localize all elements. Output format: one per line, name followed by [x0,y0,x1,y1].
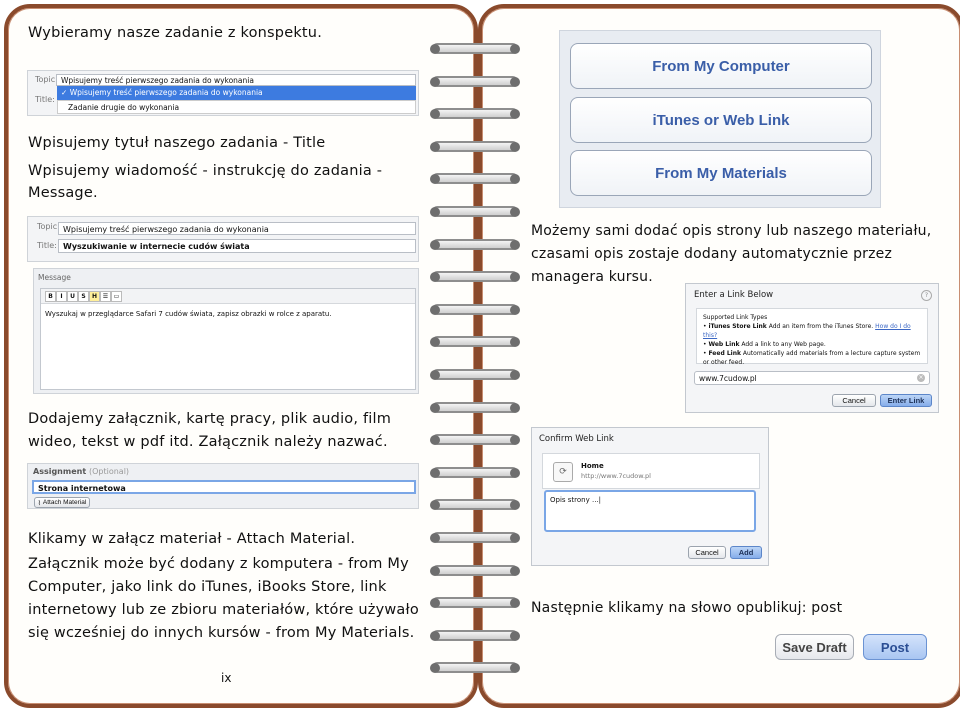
link-dialog-title: Enter a Link Below [694,290,774,300]
spiral-ring [430,564,520,579]
help-icon[interactable]: ? [921,290,932,301]
spiral-ring [430,43,520,57]
link-url: http://www.7cudow.pl [581,472,651,480]
attach-material-button[interactable]: ⌇ Attach Material [34,497,90,508]
spiral-ring [430,597,520,611]
message-editor-screenshot: Message B I U S H ☰ ▭ Wyszukaj w przeglądarce … [33,268,419,394]
cancel-confirm-button[interactable]: Cancel [688,546,726,559]
topic-dropdown-screenshot: Topic: Title: Wpisujemy treść pierwszego… [27,70,419,116]
enter-link-dialog: Enter a Link Below ? Supported Link Type… [685,283,939,413]
sources-line3: internetowy lub ze zbioru materiałów, kt… [28,602,419,618]
message-instruction-line1: Wpisujemy wiadomość - instrukcję do zada… [28,163,383,179]
assignment-screenshot: Assignment (Optional) Strona internetowa… [27,463,419,509]
from-my-computer-button[interactable]: From My Computer [570,43,872,89]
link-input[interactable]: www.7cudow.pl [694,371,930,385]
spiral-ring [430,140,520,155]
spiral-ring [430,75,520,90]
sources-line1: Załącznik może być dodany z komputera - … [28,556,409,572]
confirm-web-link-dialog: Confirm Web Link ⟳ Home http://www.7cudo… [531,427,769,566]
spiral-ring [430,499,520,513]
post-instruction: Następnie klikamy na słowo opublikuj: po… [531,600,843,616]
spiral-ring [430,369,520,383]
supported-types-heading: Supported Link Types [703,314,768,321]
spiral-ring [430,108,520,122]
itunes-web-link-button[interactable]: iTunes or Web Link [570,97,872,143]
assignment-optional: (Optional) [88,467,130,476]
dropdown-option-selected[interactable]: ✓ Wpisujemy treść pierwszego zadania do … [57,86,416,100]
link-preview-card: ⟳ Home http://www.7cudow.pl [542,453,760,489]
from-my-materials-button[interactable]: From My Materials [570,150,872,196]
supported-types-box: Supported Link Types • iTunes Store Link… [696,308,928,366]
toolbar-button[interactable]: B [45,291,56,302]
paperclip-icon: ⌇ [37,499,41,507]
toolbar-button[interactable]: ☰ [100,291,111,302]
link-title: Home [581,462,604,470]
save-draft-button[interactable]: Save Draft [775,634,854,660]
spiral-ring [430,434,520,448]
attachment-instruction-line2: wideo, tekst w pdf itd. Załącznik należy… [28,434,388,450]
spiral-ring [430,336,520,350]
topic-select-2[interactable]: Wpisujemy treść pierwszego zadania do wy… [58,222,416,235]
web-link-icon: ⟳ [553,462,573,482]
spiral-ring [430,662,520,676]
type-itunes: • iTunes Store Link Add an item from the… [703,323,911,339]
spiral-ring [430,238,520,253]
description-text-line3: managera kursu. [531,269,653,285]
toolbar-button[interactable]: H [89,291,100,302]
topic-label: Topic: [35,75,58,84]
type-web: • Web Link Add a link to any Web page. [703,341,826,348]
assignment-input[interactable]: Strona internetowa [32,480,416,494]
description-text-line2: czasami opis zostaje dodany automatyczni… [531,246,893,262]
message-text: Wyszukaj w przeglądarce Safari 7 cudów ś… [45,310,332,318]
spiral-ring [430,466,520,481]
toolbar-button[interactable]: S [78,291,89,302]
post-button[interactable]: Post [863,634,927,660]
attach-click-instruction: Klikamy w załącz materiał - Attach Mater… [28,531,356,547]
toolbar-button[interactable]: I [56,291,67,302]
confirm-dialog-title: Confirm Web Link [539,434,614,444]
toolbar-button[interactable]: ▭ [111,291,122,302]
sources-line2: Computer, jako link do iTunes, iBooks St… [28,579,387,595]
check-icon: ✓ [61,88,68,97]
topic-label-2: Topic: [37,222,60,231]
spiral-ring [430,303,520,318]
message-instruction-line2: Message. [28,185,98,201]
title-input[interactable]: Wyszukiwanie w internecie cudów świata [58,239,416,253]
dropdown-option-2[interactable]: Zadanie drugie do wykonania [57,100,416,114]
clear-icon[interactable]: × [917,374,925,382]
intro-text: Wybieramy nasze zadanie z konspektu. [28,25,323,41]
add-link-button[interactable]: Add [730,546,762,559]
spiral-ring [430,271,520,285]
topic-select[interactable]: Wpisujemy treść pierwszego zadania do wy… [56,74,416,86]
spiral-ring [430,173,520,187]
type-feed: • Feed Link Automatically add materials … [703,350,921,366]
spiral-ring [430,532,520,546]
enter-link-button[interactable]: Enter Link [880,394,932,407]
title-label: Title: [35,95,55,104]
description-text-line1: Możemy sami dodać opis strony lub naszeg… [531,223,932,239]
dropdown-option-1-label: Wpisujemy treść pierwszego zadania do wy… [69,88,263,97]
attachment-instruction-line1: Dodajemy załącznik, kartę pracy, plik au… [28,411,392,427]
title-instruction: Wpisujemy tytuł naszego zadania - Title [28,135,326,151]
title-label-2: Title: [37,241,57,250]
message-editor[interactable]: B I U S H ☰ ▭ Wyszukaj w przeglądarce Safari 7… [40,288,416,390]
title-form-screenshot: Topic: Title: Wpisujemy treść pierwszego… [27,216,419,262]
spiral-ring [430,629,520,644]
sources-line4: się wcześniej do innych kursów - from My… [28,625,415,641]
assignment-label: Assignment (Optional) [33,467,130,476]
page-number: ix [221,671,232,685]
editor-toolbar: B I U S H ☰ ▭ [41,289,415,304]
description-textarea[interactable]: Opis strony ...| [544,490,756,532]
cancel-link-button[interactable]: Cancel [832,394,876,407]
spiral-ring [430,206,520,220]
spiral-ring [430,401,520,416]
message-label: Message [38,273,71,282]
toolbar-button[interactable]: U [67,291,78,302]
